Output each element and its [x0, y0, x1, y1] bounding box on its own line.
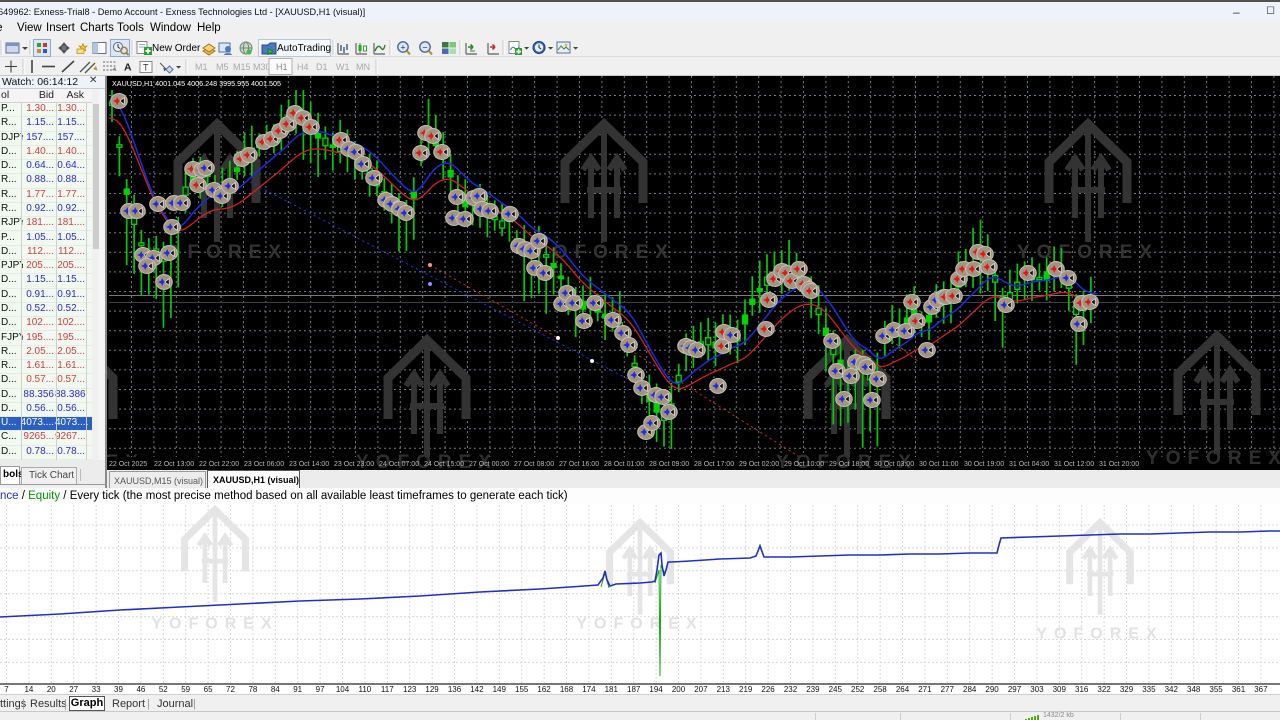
svg-text:YOFOREX: YOFOREX: [1146, 448, 1280, 469]
svg-text:23 Oct 23:00: 23 Oct 23:00: [334, 461, 374, 468]
svg-text:28 Oct 17:00: 28 Oct 17:00: [694, 461, 734, 468]
svg-text:D1: D1: [316, 62, 328, 72]
svg-text:28 Oct 09:00: 28 Oct 09:00: [649, 461, 689, 468]
svg-text:30 Oct 19:00: 30 Oct 19:00: [964, 461, 1004, 468]
svg-text:+: +: [400, 43, 405, 53]
svg-text:YOFOREX: YOFOREX: [1036, 626, 1163, 643]
svg-text:M15: M15: [233, 62, 251, 72]
svg-text:H1: H1: [276, 62, 288, 72]
svg-text:27 Oct 16:00: 27 Oct 16:00: [559, 461, 599, 468]
svg-text:M30: M30: [253, 62, 271, 72]
svg-text:A: A: [124, 62, 132, 74]
svg-text:29 Oct 10:00: 29 Oct 10:00: [784, 461, 824, 468]
svg-text:29 Oct 18:00: 29 Oct 18:00: [829, 461, 869, 468]
svg-text:27 Oct 00:00: 27 Oct 00:00: [469, 461, 509, 468]
svg-text:27 Oct 08:00: 27 Oct 08:00: [514, 461, 554, 468]
svg-text:YOFOREX: YOFOREX: [576, 616, 703, 633]
svg-text:22 Oct 13:00: 22 Oct 13:00: [154, 461, 194, 468]
svg-text:22 Oct 22:00: 22 Oct 22:00: [199, 461, 239, 468]
svg-text:31 Oct 12:00: 31 Oct 12:00: [1054, 461, 1094, 468]
svg-text:H4: H4: [297, 62, 309, 72]
svg-text:T: T: [143, 63, 149, 73]
svg-text:YOFOREX: YOFOREX: [151, 616, 278, 633]
svg-text:30 Oct 11:00: 30 Oct 11:00: [919, 461, 959, 468]
svg-text:23 Oct 14:00: 23 Oct 14:00: [289, 461, 329, 468]
svg-text:29 Oct 02:00: 29 Oct 02:00: [739, 461, 779, 468]
svg-text:24 Oct 15:00: 24 Oct 15:00: [424, 461, 464, 468]
svg-text:22 Oct 2025: 22 Oct 2025: [109, 461, 147, 468]
svg-text:−: −: [422, 43, 427, 53]
svg-text:MN: MN: [356, 62, 370, 72]
svg-text:W1: W1: [336, 62, 350, 72]
svg-text:AutoTrading: AutoTrading: [277, 43, 331, 54]
svg-text:31 Oct 20:00: 31 Oct 20:00: [1099, 461, 1139, 468]
svg-text:31 Oct 04:00: 31 Oct 04:00: [1009, 461, 1049, 468]
svg-text:28 Oct 01:00: 28 Oct 01:00: [604, 461, 644, 468]
svg-text:YOFOREX: YOFOREX: [1017, 242, 1159, 263]
svg-text:New Order: New Order: [152, 43, 201, 54]
svg-text:XAUUSD,H1 4001.045 4006.248 3: XAUUSD,H1 4001.045 4006.248 3995.955 400…: [112, 79, 281, 88]
svg-text:M5: M5: [216, 62, 229, 72]
svg-text:30 Oct 03:00: 30 Oct 03:00: [874, 461, 914, 468]
svg-text:M1: M1: [195, 62, 208, 72]
svg-text:23 Oct 06:00: 23 Oct 06:00: [244, 461, 284, 468]
svg-text:24 Oct 07:00: 24 Oct 07:00: [379, 461, 419, 468]
